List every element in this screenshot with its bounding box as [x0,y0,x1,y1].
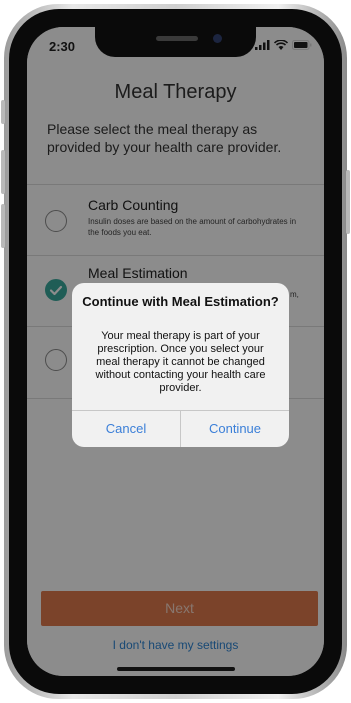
cancel-button[interactable]: Cancel [72,411,180,447]
continue-button[interactable]: Continue [181,411,289,447]
status-icons [255,40,312,50]
front-camera [213,34,222,43]
notch [95,27,256,57]
speaker-grille [156,36,198,41]
signal-icon [255,40,270,50]
alert-title: Continue with Meal Estimation? [82,294,279,309]
alert-message: Your meal therapy is part of your prescr… [95,330,266,394]
power-button [346,170,350,234]
app-screen: 2:30 Meal Therapy Please select the meal… [27,27,324,676]
wifi-icon [274,40,288,50]
confirm-alert-dialog: Continue with Meal Estimation? Your meal… [72,283,289,447]
battery-icon [292,40,312,50]
volume-up-button [1,150,5,194]
status-time: 2:30 [49,39,76,54]
home-indicator[interactable] [117,667,235,671]
volume-down-button [1,204,5,248]
mute-switch [1,100,5,124]
